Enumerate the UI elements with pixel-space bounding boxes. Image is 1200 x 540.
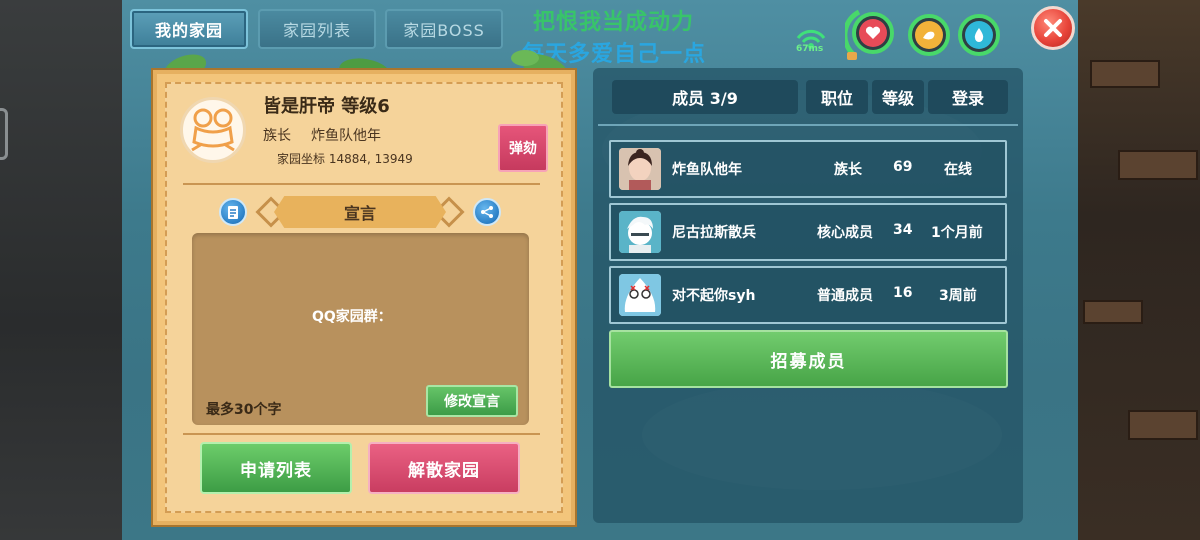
member-row[interactable]: 炸鱼队他年 族长 69 在线 — [609, 140, 1007, 198]
recruit-members-button[interactable]: 招募成员 — [609, 330, 1008, 388]
home-coordinates: 家园坐标 14884, 13949 — [277, 152, 413, 166]
divider — [183, 183, 540, 185]
home-name-level: 皆是肝帝 等级6 — [263, 96, 390, 117]
member-count-header: 成员 3/9 — [612, 80, 798, 114]
member-level: 34 — [893, 222, 913, 238]
side-handle — [0, 108, 8, 160]
member-login: 3周前 — [939, 288, 977, 304]
login-header[interactable]: 登录 — [928, 80, 1008, 114]
right-backdrop — [1078, 0, 1200, 540]
member-row[interactable]: 对不起你syh 普通成员 16 3周前 — [609, 266, 1007, 324]
close-icon — [1044, 19, 1062, 37]
heart-icon — [859, 19, 887, 47]
member-level: 16 — [893, 285, 913, 301]
leader-label: 族长 — [263, 128, 291, 144]
position-header[interactable]: 职位 — [806, 80, 868, 114]
clipboard-icon[interactable] — [219, 198, 247, 226]
stamina-icon — [915, 21, 943, 49]
leader-name: 炸鱼队他年 — [311, 128, 381, 144]
overlay-text-line1: 把恨我当成动力 — [533, 10, 695, 35]
level-header[interactable]: 等级 — [872, 80, 924, 114]
member-login: 在线 — [944, 162, 972, 178]
member-name: 尼古拉斯散兵 — [672, 225, 756, 241]
member-position: 普通成员 — [817, 288, 873, 304]
dissolve-home-button[interactable]: 解散家园 — [368, 442, 520, 494]
left-backdrop — [0, 0, 122, 540]
water-drop-icon — [965, 21, 993, 49]
edit-declaration-button[interactable]: 修改宣言 — [426, 385, 518, 417]
close-button[interactable] — [1031, 6, 1075, 50]
max-length-hint: 最多30个字 — [206, 402, 282, 418]
member-row[interactable]: 尼古拉斯散兵 核心成员 34 1个月前 — [609, 203, 1007, 261]
health-gauge-icon — [845, 9, 861, 60]
tab-home-boss[interactable]: 家园BOSS — [385, 9, 503, 49]
member-name: 对不起你syh — [672, 288, 756, 304]
declaration-title: 宣言 — [274, 196, 446, 228]
member-level: 69 — [893, 159, 913, 175]
divider-bottom — [183, 433, 540, 435]
header-divider — [598, 124, 1018, 126]
member-avatar — [619, 211, 661, 253]
member-login: 1个月前 — [931, 225, 983, 241]
member-position: 族长 — [834, 162, 862, 178]
share-icon[interactable] — [473, 198, 501, 226]
stamina-ring — [908, 14, 950, 56]
member-name: 炸鱼队他年 — [672, 162, 742, 178]
frog-icon — [191, 108, 235, 152]
declaration-text: QQ家园群： — [312, 309, 392, 325]
home-avatar — [180, 97, 246, 163]
tab-home-list[interactable]: 家园列表 — [258, 9, 376, 49]
impeach-button[interactable]: 弹劾 — [498, 124, 548, 172]
water-ring — [958, 14, 1000, 56]
tab-my-home[interactable]: 我的家园 — [130, 9, 248, 49]
apply-list-button[interactable]: 申请列表 — [200, 442, 352, 494]
member-avatar — [619, 274, 661, 316]
ping-readout: 67ms — [796, 44, 824, 54]
member-avatar — [619, 148, 661, 190]
member-position: 核心成员 — [817, 225, 873, 241]
